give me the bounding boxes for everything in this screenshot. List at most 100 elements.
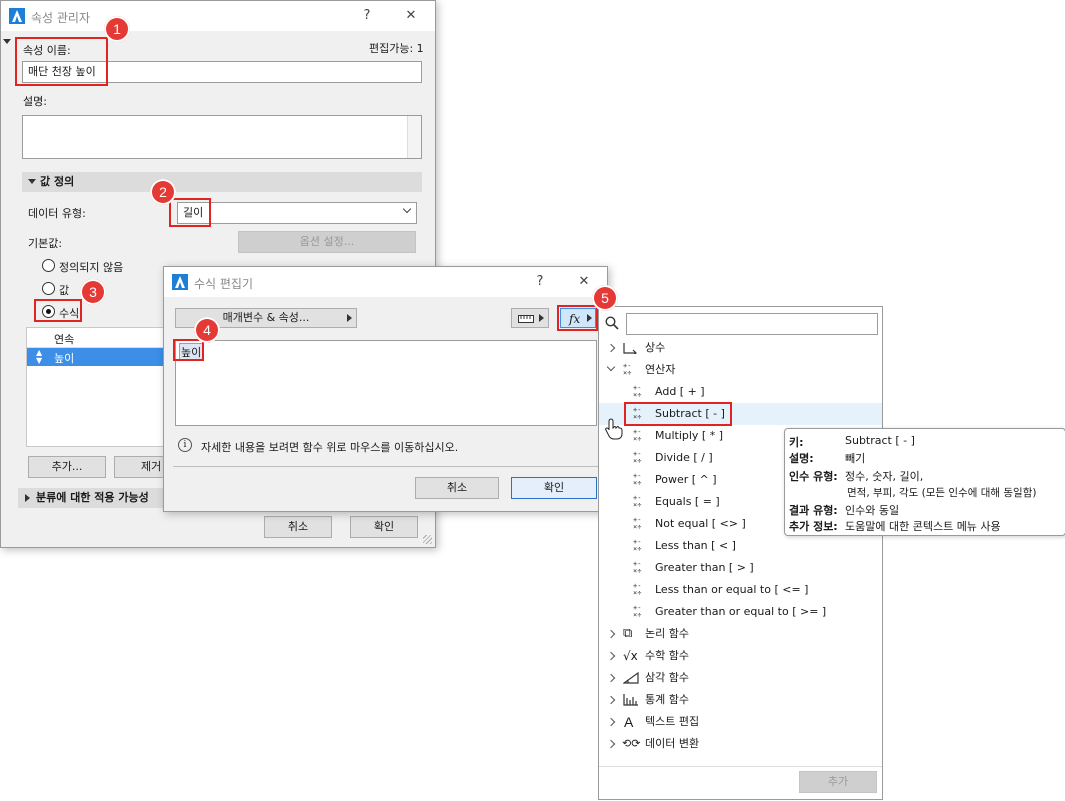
function-browser-panel: 상수 +- ×÷ 연산자 +- ×÷ Add [ + ] +- ×÷ Subtract… (598, 306, 883, 800)
function-item-greater-or-equal[interactable]: +- ×÷ Greater than or equal to [ >= ] (599, 601, 882, 623)
operator-icon: +- ×÷ (633, 582, 642, 597)
chevron-right-icon (606, 717, 616, 727)
step-badge-4: 4 (194, 317, 220, 343)
collapse-arrow-icon[interactable] (3, 39, 11, 44)
add-button[interactable]: 추가... (28, 456, 106, 478)
tooltip-extra-label: 추가 정보: (789, 520, 838, 533)
category-math[interactable]: √x 수학 함수 (599, 645, 882, 667)
section-title: 값 정의 (40, 175, 75, 188)
function-tooltip: 키: Subtract [ - ] 설명: 빼기 인수 유형: 정수, 숫자, … (784, 428, 1065, 536)
sort-arrows-icon: ▲ ▼ (36, 348, 43, 365)
close-button[interactable]: ✕ (572, 271, 596, 293)
function-item-add[interactable]: +- ×÷ Add [ + ] (599, 381, 882, 403)
classification-section[interactable]: 분류에 대한 적용 가능성 (18, 488, 166, 508)
operator-icon: +- ×÷ (633, 450, 642, 465)
title-bar[interactable]: 수식 편집기 ? ✕ (164, 267, 607, 297)
value-definition-section[interactable]: 값 정의 (22, 172, 422, 192)
function-label: Multiply [ * ] (655, 429, 724, 442)
step-badge-3: 3 (80, 279, 106, 305)
operator-icon: +- ×÷ (633, 494, 642, 509)
constant-icon (623, 343, 637, 354)
section-title: 분류에 대한 적용 가능성 (36, 491, 149, 504)
formula-textarea[interactable]: 높이 (175, 340, 597, 426)
title-bar[interactable]: 속성 관리자 ? ✕ (1, 1, 435, 31)
category-label: 연산자 (645, 363, 676, 376)
archicad-app-icon (172, 274, 188, 290)
category-operators[interactable]: +- ×÷ 연산자 (599, 359, 882, 381)
sqrt-icon: √x (623, 649, 638, 663)
category-convert[interactable]: ⟲⟳ 데이터 변환 (599, 733, 882, 755)
list-header-label: 연속 (54, 333, 75, 346)
description-textarea[interactable] (22, 115, 422, 159)
radio-value[interactable] (42, 282, 55, 295)
cancel-button[interactable]: 취소 (264, 516, 332, 538)
operator-icon: +- ×÷ (633, 560, 642, 575)
function-label: Less than [ < ] (655, 539, 736, 552)
chevron-right-icon (606, 343, 616, 353)
cancel-button[interactable]: 취소 (415, 477, 499, 499)
data-type-select[interactable]: 길이 (177, 202, 417, 224)
list-row-label: 높이 (54, 352, 75, 365)
category-label: 텍스트 편집 (645, 715, 700, 728)
function-label: Less than or equal to [ <= ] (655, 583, 809, 596)
function-item-less-than[interactable]: +- ×÷ Less than [ < ] (599, 535, 882, 557)
ok-button[interactable]: 확인 (511, 477, 597, 499)
function-label: Add [ + ] (655, 385, 705, 398)
ok-button[interactable]: 확인 (350, 516, 418, 538)
tooltip-result-value: 인수와 동일 (845, 504, 900, 517)
step-badge-1: 1 (104, 16, 130, 42)
data-type-label: 데이터 유형: (28, 207, 86, 220)
function-item-greater-than[interactable]: +- ×÷ Greater than [ > ] (599, 557, 882, 579)
options-button[interactable]: 옵션 설정... (238, 231, 416, 253)
tooltip-arg-label: 인수 유형: (789, 470, 838, 483)
units-button[interactable] (511, 308, 549, 328)
category-text[interactable]: A 텍스트 편집 (599, 711, 882, 733)
help-button[interactable]: ? (528, 271, 552, 293)
chevron-right-icon (606, 673, 616, 683)
tooltip-arg-value-1: 정수, 숫자, 길이, (845, 470, 924, 483)
category-logic[interactable]: ⧉ 논리 함수 (599, 623, 882, 645)
list-header: 연속 (27, 328, 165, 348)
tooltip-key-label: 키: (789, 436, 804, 449)
puzzle-icon: ⧉ (623, 626, 633, 641)
default-value-label: 기본값: (28, 237, 63, 250)
resize-grip-icon[interactable] (423, 535, 432, 544)
description-label: 설명: (23, 95, 47, 108)
list-row-selected[interactable]: ▲ ▼ 높이 (27, 348, 165, 366)
function-label: Divide [ / ] (655, 451, 713, 464)
chevron-right-icon (606, 651, 616, 661)
function-label: Equals [ = ] (655, 495, 720, 508)
formula-editor-window: 수식 편집기 ? ✕ 매개변수 & 속성... fx 높이 i 자세한 내용을 … (163, 266, 608, 512)
panel-divider (599, 766, 882, 767)
triangle-icon (623, 672, 639, 684)
add-function-button[interactable]: 추가 (799, 771, 877, 793)
section-expand-icon (25, 494, 30, 502)
description-scrollbar[interactable] (407, 116, 421, 158)
operator-icon: +- ×÷ (633, 538, 642, 553)
section-toggle-icon (28, 179, 36, 184)
category-stats[interactable]: 통계 함수 (599, 689, 882, 711)
search-input[interactable] (626, 313, 878, 335)
function-item-less-or-equal[interactable]: +- ×÷ Less than or equal to [ <= ] (599, 579, 882, 601)
chevron-right-icon (606, 629, 616, 639)
convert-icon: ⟲⟳ (622, 737, 641, 750)
category-label: 통계 함수 (645, 693, 689, 706)
ruler-icon (518, 315, 534, 323)
highlight-data-type (169, 198, 211, 227)
chevron-down-icon (402, 204, 412, 214)
tooltip-arg-value-2: 면적, 부피, 각도 (모든 인수에 대해 동일함) (847, 487, 1037, 499)
info-text: 자세한 내용을 보려면 함수 위로 마우스를 이동하십시오. (201, 441, 459, 454)
category-trig[interactable]: 삼각 함수 (599, 667, 882, 689)
category-constants[interactable]: 상수 (599, 337, 882, 359)
search-icon (605, 316, 619, 330)
close-button[interactable]: ✕ (399, 5, 423, 27)
radio-undefined[interactable] (42, 259, 55, 272)
function-label: Not equal [ <> ] (655, 517, 746, 530)
tooltip-result-label: 결과 유형: (789, 504, 838, 517)
function-label: Greater than or equal to [ >= ] (655, 605, 827, 618)
submenu-arrow-icon (539, 314, 544, 322)
operator-icon: +- ×÷ (633, 472, 642, 487)
help-button[interactable]: ? (355, 5, 379, 27)
step-badge-2: 2 (150, 179, 176, 205)
text-icon: A (624, 714, 634, 730)
